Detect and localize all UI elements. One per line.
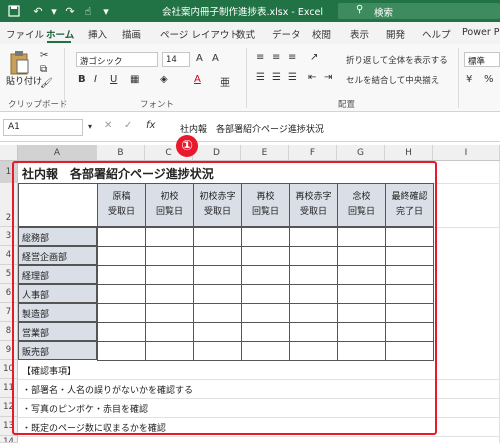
search-icon: ⚲ — [356, 4, 364, 15]
tab-file[interactable]: ファイル — [6, 27, 44, 41]
tab-view[interactable]: 表示 — [350, 27, 369, 41]
customize-toolbar-icon[interactable]: ▾ — [98, 3, 114, 19]
name-box-dropdown-icon[interactable]: ▾ — [88, 122, 92, 131]
font-size-select[interactable]: 14 — [162, 52, 190, 67]
redo-icon[interactable]: ↷ — [62, 3, 78, 19]
file-name: 会社案内冊子制作進捗表.xlsx — [162, 7, 289, 18]
font-group-label: フォント — [140, 100, 175, 110]
column-header-f[interactable]: F — [289, 145, 337, 161]
align-bottom-icon[interactable]: ≡ — [288, 52, 296, 63]
formula-input[interactable]: 社内報 各部署紹介ページ進捗状況 — [180, 122, 324, 135]
align-middle-icon[interactable]: ≡ — [272, 52, 280, 63]
gridline — [433, 227, 500, 228]
font-shrink-icon[interactable]: A — [212, 53, 219, 64]
column-header-e[interactable]: E — [241, 145, 289, 161]
column-header-h[interactable]: H — [385, 145, 433, 161]
undo-dropdown-icon[interactable]: ▾ — [46, 3, 62, 19]
document-title: 会社案内冊子制作進捗表.xlsx - Excel — [162, 4, 323, 18]
tab-developer[interactable]: 開発 — [386, 27, 405, 41]
tab-data[interactable]: データ — [272, 27, 301, 41]
formula-bar: A1 ▾ ✕ ✓ fx 社内報 各部署紹介ページ進捗状況 — [0, 112, 500, 142]
name-box[interactable]: A1 — [3, 119, 83, 136]
title-separator: - — [291, 7, 295, 18]
bold-icon[interactable]: B — [78, 74, 86, 85]
wrap-text-button[interactable]: 折り返して全体を表示する — [346, 54, 448, 66]
paste-icon[interactable] — [8, 50, 30, 76]
percent-icon[interactable]: % — [484, 74, 494, 85]
phonetic-icon[interactable]: 亜 — [220, 74, 230, 89]
fill-color-icon[interactable]: ◈ — [160, 74, 168, 85]
gridline — [18, 436, 500, 437]
tab-power-pivot[interactable]: Power P — [462, 27, 499, 38]
touch-mode-icon[interactable]: ☝ — [80, 3, 96, 19]
orientation-icon[interactable]: ↗ — [310, 52, 318, 63]
tab-draw[interactable]: 描画 — [122, 27, 141, 41]
cut-icon[interactable]: ✂ — [40, 50, 48, 61]
search-placeholder: 検索 — [374, 8, 394, 19]
column-header-d[interactable]: D — [193, 145, 241, 161]
increase-indent-icon[interactable]: ⇥ — [324, 72, 332, 83]
underline-icon[interactable]: U — [110, 74, 117, 85]
group-separator — [64, 48, 65, 108]
copy-icon[interactable]: ⧉ — [40, 64, 47, 75]
column-header-b[interactable]: B — [97, 145, 145, 161]
highlight-frame — [12, 161, 437, 435]
tab-help[interactable]: ヘルプ — [422, 27, 451, 41]
gridline — [433, 183, 500, 184]
app-name: Excel — [297, 7, 324, 18]
group-separator — [458, 48, 459, 108]
merge-center-button[interactable]: セルを結合して中央揃え — [346, 74, 439, 86]
format-painter-icon[interactable]: 🖌 — [40, 78, 53, 89]
borders-icon[interactable]: ▦ — [130, 74, 139, 85]
alignment-group-label: 配置 — [338, 100, 356, 110]
active-tab-indicator — [47, 41, 71, 43]
save-icon[interactable] — [6, 3, 22, 19]
column-header-i[interactable]: I — [433, 145, 500, 161]
clipboard-group-label: クリップボード — [8, 100, 68, 110]
font-color-icon[interactable]: A — [194, 74, 201, 85]
font-grow-icon[interactable]: A — [196, 53, 203, 64]
align-center-icon[interactable]: ☰ — [272, 72, 281, 83]
column-header-a[interactable]: A — [18, 145, 97, 161]
row-header-14[interactable]: 14 — [0, 436, 18, 443]
column-header-g[interactable]: G — [337, 145, 385, 161]
ribbon-tabs: ファイル ホーム 挿入 描画 ページ レイアウト 数式 データ 校閲 表示 開発… — [0, 22, 500, 44]
decrease-indent-icon[interactable]: ⇤ — [308, 72, 316, 83]
font-name-select[interactable]: 游ゴシック — [76, 52, 158, 67]
tab-review[interactable]: 校閲 — [312, 27, 331, 41]
enter-icon[interactable]: ✓ — [124, 120, 132, 131]
align-left-icon[interactable]: ☰ — [256, 72, 265, 83]
align-top-icon[interactable]: ≡ — [256, 52, 264, 63]
title-bar: ↶ ▾ ↷ ☝ ▾ 会社案内冊子制作進捗表.xlsx - Excel ⚲ 検索 — [0, 0, 500, 22]
tab-page-layout[interactable]: ページ レイアウト — [160, 27, 239, 41]
ribbon: 貼り付け ✂ ⧉ 🖌 クリップボード 游ゴシック 14 A A B I U ▦ … — [0, 44, 500, 112]
tab-home[interactable]: ホーム — [46, 27, 74, 41]
search-box[interactable]: ⚲ 検索 — [338, 3, 500, 19]
paste-button[interactable]: 貼り付け — [6, 74, 42, 87]
insert-function-icon[interactable]: fx — [146, 120, 155, 131]
callout-badge: ① — [176, 135, 198, 157]
tab-insert[interactable]: 挿入 — [88, 27, 107, 41]
undo-icon[interactable]: ↶ — [30, 3, 46, 19]
cancel-icon[interactable]: ✕ — [104, 120, 112, 131]
italic-icon[interactable]: I — [94, 74, 97, 85]
currency-icon[interactable]: ¥ — [466, 74, 472, 85]
select-all-corner[interactable] — [0, 145, 18, 161]
group-separator — [246, 48, 247, 108]
tab-formulas[interactable]: 数式 — [236, 27, 255, 41]
number-format-select[interactable]: 標準 — [464, 52, 500, 67]
align-right-icon[interactable]: ☰ — [288, 72, 297, 83]
